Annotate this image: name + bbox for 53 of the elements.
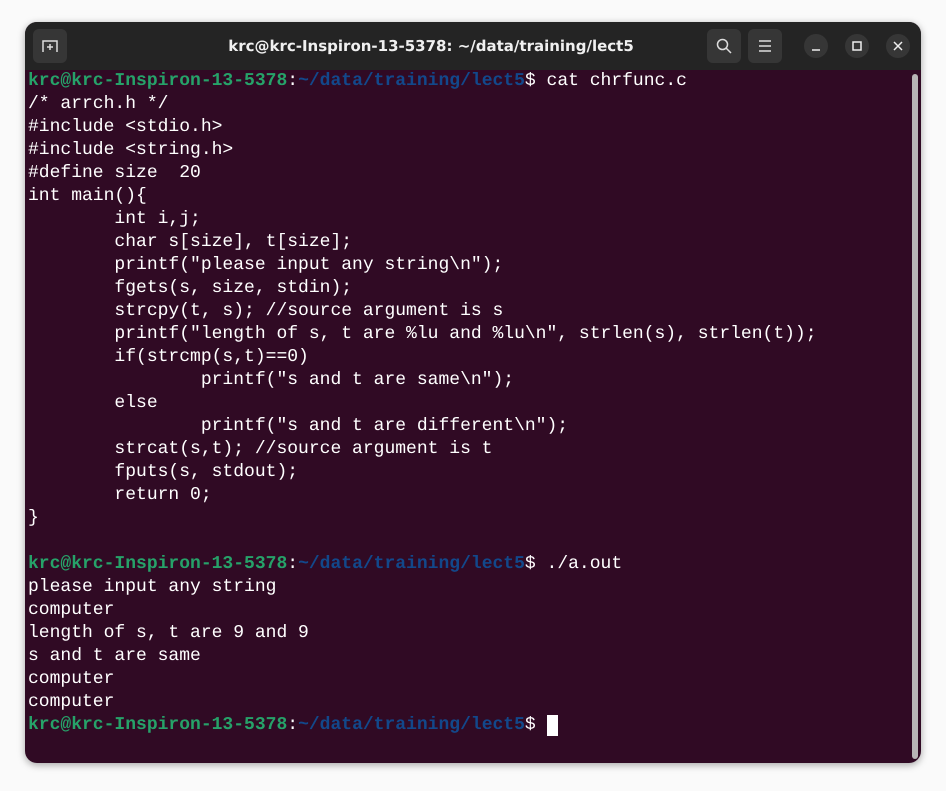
output-line: char s[size], t[size]; (113, 231, 352, 254)
output-line: printf("s and t are different\n"); (200, 415, 568, 438)
minimize-button[interactable] (804, 34, 828, 58)
prompt-user-host: krc@krc-Inspiron-13-5378 (28, 714, 288, 737)
menu-button[interactable] (748, 29, 782, 63)
search-icon (715, 37, 733, 55)
output-line: computer (28, 668, 114, 691)
output-line: computer (28, 691, 114, 714)
output-line: computer (28, 599, 114, 622)
prompt-path: ~/data/training/lect5 (298, 553, 525, 576)
new-tab-button[interactable] (33, 29, 67, 63)
output-line: length of s, t are 9 and 9 (28, 622, 309, 645)
output-line: printf("please input any string\n"); (113, 254, 504, 277)
prompt-colon: : (287, 714, 298, 737)
search-button[interactable] (707, 29, 741, 63)
output-line: /* arrch.h */ (28, 93, 168, 116)
prompt-colon: : (287, 553, 298, 576)
close-button[interactable] (886, 34, 910, 58)
output-line: printf("length of s, t are %lu and %lu\n", strlen(s), strlen(t)); (113, 323, 817, 346)
prompt-dollar: $ (524, 553, 536, 576)
prompt-dollar: $ (524, 714, 536, 737)
prompt-dollar: $ (524, 70, 536, 93)
output-line: int i,j; (113, 208, 201, 231)
output-line: strcat(s,t); //source argument is t (113, 438, 492, 461)
output-line: #include <stdio.h> (28, 116, 222, 139)
command-text: cat chrfunc.c (546, 70, 687, 93)
output-line: strcpy(t, s); //source argument is s (113, 300, 504, 323)
scrollbar[interactable] (912, 74, 918, 759)
prompt-colon: : (287, 70, 298, 93)
output-line: int main(){ (28, 185, 147, 208)
prompt-path: ~/data/training/lect5 (298, 714, 525, 737)
output-line: #define size 20 (28, 162, 201, 185)
menu-icon (757, 39, 773, 53)
output-line: if(strcmp(s,t)==0) (113, 346, 309, 369)
maximize-button[interactable] (845, 34, 869, 58)
output-line: printf("s and t are same\n"); (200, 369, 514, 392)
output-line: fputs(s, stdout); (113, 461, 298, 484)
maximize-icon (851, 40, 863, 52)
window-title: krc@krc-Inspiron-13-5378: ~/data/training/lect5 (227, 37, 635, 55)
prompt-user-host: krc@krc-Inspiron-13-5378 (28, 553, 288, 576)
prompt-user-host: krc@krc-Inspiron-13-5378 (28, 70, 288, 93)
minimize-icon (811, 49, 821, 51)
output-line: else (113, 392, 158, 415)
command-text: ./a.out (546, 553, 622, 576)
output-line: s and t are same (28, 645, 201, 668)
close-icon (892, 40, 904, 52)
output-line: } (28, 507, 39, 530)
output-line: please input any string (28, 576, 276, 599)
prompt-path: ~/data/training/lect5 (298, 70, 525, 93)
output-line: fgets(s, size, stdin); (113, 277, 352, 300)
output-line: #include <string.h> (28, 139, 234, 162)
output-line: return 0; (113, 484, 212, 507)
text-cursor (546, 715, 558, 736)
